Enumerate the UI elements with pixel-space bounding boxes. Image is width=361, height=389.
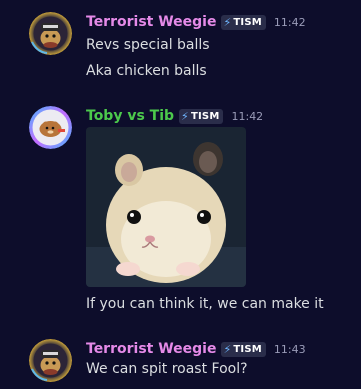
avatar-weegie-image: [29, 339, 72, 382]
username[interactable]: Toby vs Tib: [86, 108, 174, 124]
message-text: We can spit roast Fool?: [86, 361, 248, 377]
avatar-toby[interactable]: [29, 106, 72, 149]
message-header: Toby vs Tib ⚡ TISM 11:42: [86, 106, 263, 126]
lightning-bolt-icon: ⚡: [223, 15, 232, 29]
message-text: If you can think it, we can make it: [86, 296, 324, 312]
chat-log: Terrorist Weegie ⚡ TISM 11:42 Revs speci…: [0, 0, 361, 389]
image-attachment[interactable]: [86, 127, 246, 287]
server-tag[interactable]: ⚡ TISM: [179, 108, 224, 124]
avatar-weegie[interactable]: [29, 339, 72, 382]
message-text: Aka chicken balls: [86, 63, 207, 79]
lightning-bolt-icon: ⚡: [181, 109, 189, 123]
timestamp[interactable]: 11:42: [231, 110, 263, 123]
username[interactable]: Terrorist Weegie: [86, 341, 216, 357]
avatar-weegie-image: [29, 12, 72, 55]
timestamp[interactable]: 11:43: [274, 343, 306, 356]
timestamp[interactable]: 11:42: [274, 16, 306, 29]
message-toby: Toby vs Tib ⚡ TISM 11:42 If you can thin…: [0, 106, 361, 316]
message-text: Revs special balls: [86, 37, 210, 53]
message-header: Terrorist Weegie ⚡ TISM 11:42: [86, 12, 306, 32]
username[interactable]: Terrorist Weegie: [86, 14, 216, 30]
message-weegie-1: Terrorist Weegie ⚡ TISM 11:42 Revs speci…: [0, 12, 361, 82]
message-weegie-2: Terrorist Weegie ⚡ TISM 11:43 We can spi…: [0, 339, 361, 384]
hamster-image: [86, 127, 246, 287]
server-tag[interactable]: ⚡ TISM: [221, 341, 266, 357]
message-header: Terrorist Weegie ⚡ TISM 11:43: [86, 339, 306, 359]
avatar-weegie[interactable]: [29, 12, 72, 55]
lightning-bolt-icon: ⚡: [223, 342, 232, 356]
server-tag-label: TISM: [190, 110, 220, 122]
avatar-toby-image: [29, 106, 72, 149]
server-tag[interactable]: ⚡ TISM: [221, 14, 266, 30]
server-tag-label: TISM: [233, 16, 262, 28]
server-tag-label: TISM: [233, 343, 262, 355]
